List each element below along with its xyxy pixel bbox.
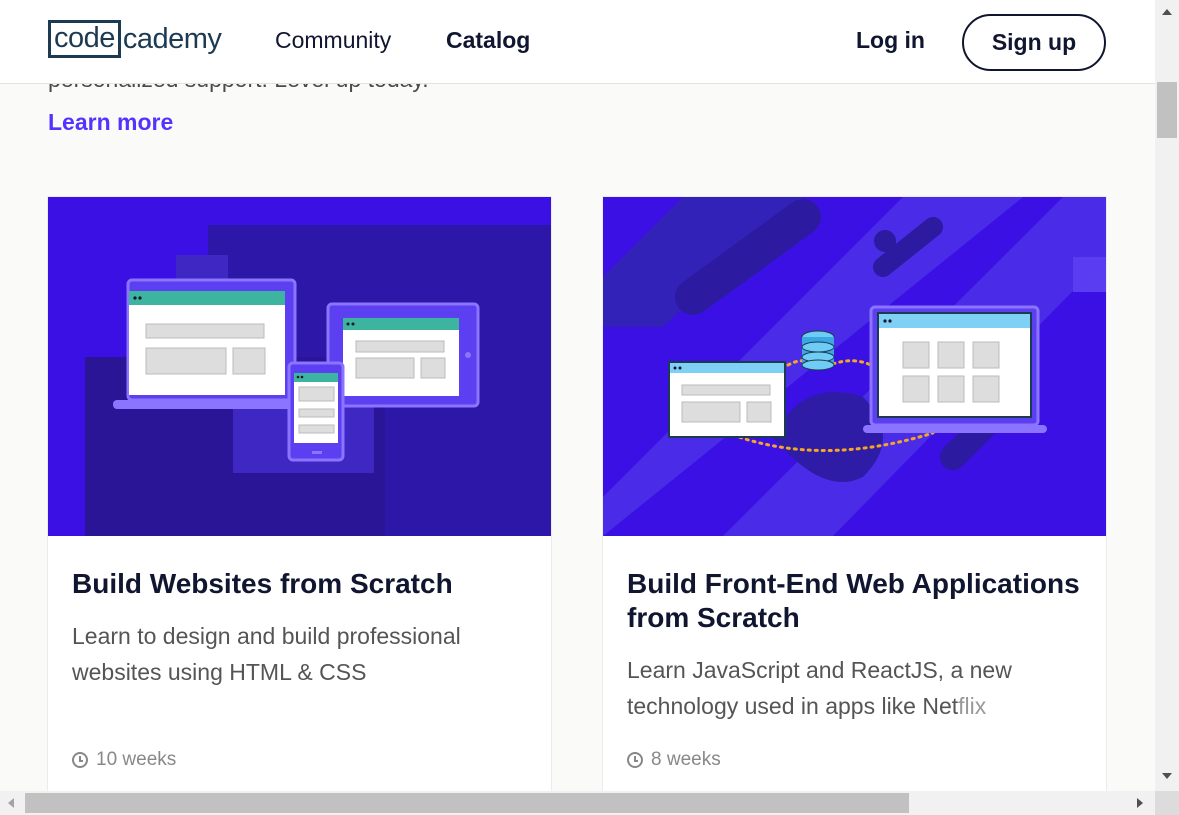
- path-card-frontend[interactable]: Build Front-End Web Applications from Sc…: [603, 197, 1106, 791]
- card-title: Build Front-End Web Applications from Sc…: [627, 568, 1080, 633]
- duration-label: 10 weeks: [96, 749, 177, 770]
- scroll-left-arrow-icon[interactable]: [8, 798, 14, 808]
- card-illustration-frontend: [603, 197, 1106, 536]
- nav-catalog[interactable]: Catalog: [446, 27, 530, 54]
- scroll-right-arrow-icon[interactable]: [1137, 798, 1143, 808]
- scroll-up-arrow-icon[interactable]: [1162, 9, 1172, 15]
- codecademy-logo[interactable]: code cademy: [48, 20, 222, 58]
- nav-community[interactable]: Community: [275, 27, 391, 54]
- vertical-scrollbar[interactable]: [1155, 0, 1179, 791]
- site-header: code cademy Community Catalog Log in Sign…: [0, 0, 1155, 84]
- card-duration: 10 weeks: [72, 749, 176, 771]
- learn-more-link[interactable]: Learn more: [48, 109, 173, 136]
- path-card-websites[interactable]: Build Websites from Scratch Learn to des…: [48, 197, 551, 791]
- card-illustration-websites: [48, 197, 551, 536]
- horizontal-scroll-thumb[interactable]: [25, 793, 909, 813]
- card-duration: 8 weeks: [627, 749, 721, 771]
- card-description: Learn to design and build professional w…: [72, 623, 461, 685]
- login-link[interactable]: Log in: [856, 27, 925, 54]
- vertical-scroll-thumb[interactable]: [1157, 82, 1177, 138]
- card-title: Build Websites from Scratch: [72, 568, 453, 599]
- page-viewport: personalized support. Level up today. Le…: [0, 0, 1155, 791]
- logo-rest-text: cademy: [122, 23, 222, 55]
- duration-label: 8 weeks: [651, 749, 721, 770]
- logo-boxed-text: code: [48, 20, 121, 58]
- scrollbar-corner: [1155, 791, 1179, 815]
- clock-icon: [72, 752, 88, 768]
- card-description: Learn JavaScript and ReactJS, a new tech…: [627, 657, 1012, 719]
- clock-icon: [627, 752, 643, 768]
- horizontal-scrollbar[interactable]: [0, 791, 1155, 815]
- signup-button[interactable]: Sign up: [962, 14, 1106, 71]
- scroll-down-arrow-icon[interactable]: [1162, 773, 1172, 779]
